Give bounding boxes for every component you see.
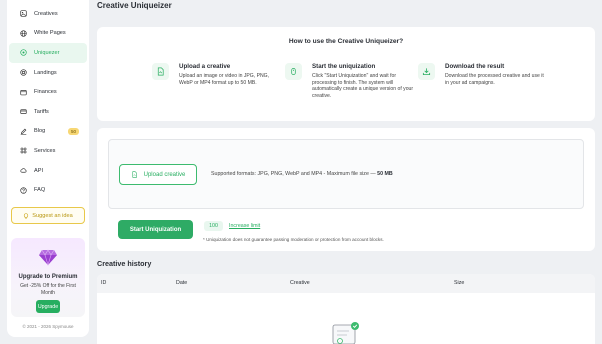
column-header-date: Date	[176, 280, 188, 286]
image-icon	[19, 10, 27, 18]
page-title: Creative Uniqueizer	[97, 1, 172, 10]
grid-icon	[19, 147, 27, 155]
upload-file-icon	[132, 171, 137, 178]
sidebar-item-finances[interactable]: Finances	[9, 82, 87, 102]
increase-limit-link[interactable]: Increase limit	[229, 223, 260, 229]
blog-badge: 50	[67, 127, 79, 135]
upload-card: Upload creative Supported formats: JPG, …	[97, 128, 595, 251]
step-text: Upload an image or video in JPG, PNG, We…	[179, 73, 270, 86]
howto-card: How to use the Creative Uniqueizer? Uplo…	[97, 27, 595, 121]
formats-text: Supported formats: JPG, PNG, WebP and MP…	[211, 171, 378, 177]
sidebar-item-services[interactable]: Services	[9, 141, 87, 161]
table-header: ID Date Creative Size	[97, 274, 595, 293]
history-title: Creative history	[97, 259, 152, 268]
step-text: Download the processed creative and use …	[445, 73, 544, 86]
copyright: © 2021 - 2026 Spymouse	[22, 324, 74, 329]
column-header-creative: Creative	[290, 280, 310, 286]
sidebar-item-label: White Pages	[34, 30, 66, 37]
sidebar-item-uniquezer[interactable]: Uniquezer	[9, 43, 87, 63]
promo-title: Upgrade to Premium	[18, 274, 78, 280]
sidebar-item-label: Landings	[34, 69, 57, 76]
step-title: Download the result	[445, 63, 505, 70]
upgrade-button[interactable]: Upgrade	[36, 300, 60, 313]
upload-creative-button[interactable]: Upload creative	[119, 164, 197, 185]
sidebar-item-api[interactable]: API	[9, 161, 87, 181]
suggest-idea-label: Suggest an idea	[32, 212, 73, 219]
sidebar-item-creatives[interactable]: Creatives	[9, 4, 87, 24]
step-text: Click "Start Uniquization" and wait for …	[312, 73, 414, 99]
diamond-icon	[39, 249, 57, 267]
card-icon	[19, 108, 27, 116]
sidebar-item-blog[interactable]: Blog 50	[9, 122, 87, 142]
uniquization-counter: 100	[204, 221, 223, 231]
step-title: Upload a creative	[179, 63, 231, 70]
sidebar-item-label: Finances	[34, 89, 57, 96]
suggest-idea-button[interactable]: Suggest an idea	[11, 207, 85, 224]
column-header-id: ID	[101, 280, 107, 286]
step-title: Start the uniquization	[312, 63, 376, 70]
sidebar-item-label: FAQ	[34, 187, 46, 194]
sidebar-item-label: Creatives	[34, 10, 58, 17]
pencil-icon	[19, 127, 27, 135]
sidebar-item-label: Blog	[34, 128, 46, 135]
start-uniquization-button[interactable]: Start Uniquization	[118, 220, 193, 239]
file-icon	[152, 63, 169, 80]
max-file-size: 50 MB	[377, 171, 393, 177]
help-icon	[19, 186, 27, 194]
sidebar-item-label: Services	[34, 147, 56, 154]
column-header-size: Size	[454, 280, 465, 286]
magic-icon	[285, 63, 302, 80]
sidebar: Creatives White Pages Uniquezer Landings…	[7, 0, 89, 337]
cloud-icon	[19, 167, 27, 175]
wallet-icon	[19, 88, 27, 96]
globe-icon	[19, 29, 27, 37]
history-table: ID Date Creative Size	[97, 274, 595, 344]
sidebar-item-label: Tariffs	[34, 108, 49, 115]
sidebar-item-label: API	[34, 167, 44, 174]
promo-text: Get -25% Off for the First Month	[20, 283, 76, 296]
sidebar-item-landings[interactable]: Landings	[9, 63, 87, 83]
target-icon	[19, 69, 27, 77]
premium-promo: Upgrade to Premium Get -25% Off for the …	[11, 238, 85, 317]
sidebar-nav: Creatives White Pages Uniquezer Landings…	[7, 0, 89, 200]
howto-title: How to use the Creative Uniqueizer?	[288, 38, 404, 45]
sidebar-item-label: Uniquezer	[34, 49, 60, 56]
download-icon	[418, 63, 435, 80]
supported-formats: Supported formats: JPG, PNG, WebP and MP…	[211, 171, 393, 177]
lightbulb-icon	[24, 212, 29, 219]
upload-creative-label: Upload creative	[143, 171, 186, 178]
disclaimer: * Uniquization does not guarantee passin…	[203, 237, 384, 242]
upload-dropzone[interactable]: Upload creative Supported formats: JPG, …	[108, 139, 584, 209]
sidebar-item-white-pages[interactable]: White Pages	[9, 24, 87, 44]
sparkle-icon	[19, 49, 27, 57]
sidebar-item-faq[interactable]: FAQ	[9, 180, 87, 200]
sidebar-item-tariffs[interactable]: Tariffs	[9, 102, 87, 122]
empty-state-illustration	[332, 322, 359, 344]
